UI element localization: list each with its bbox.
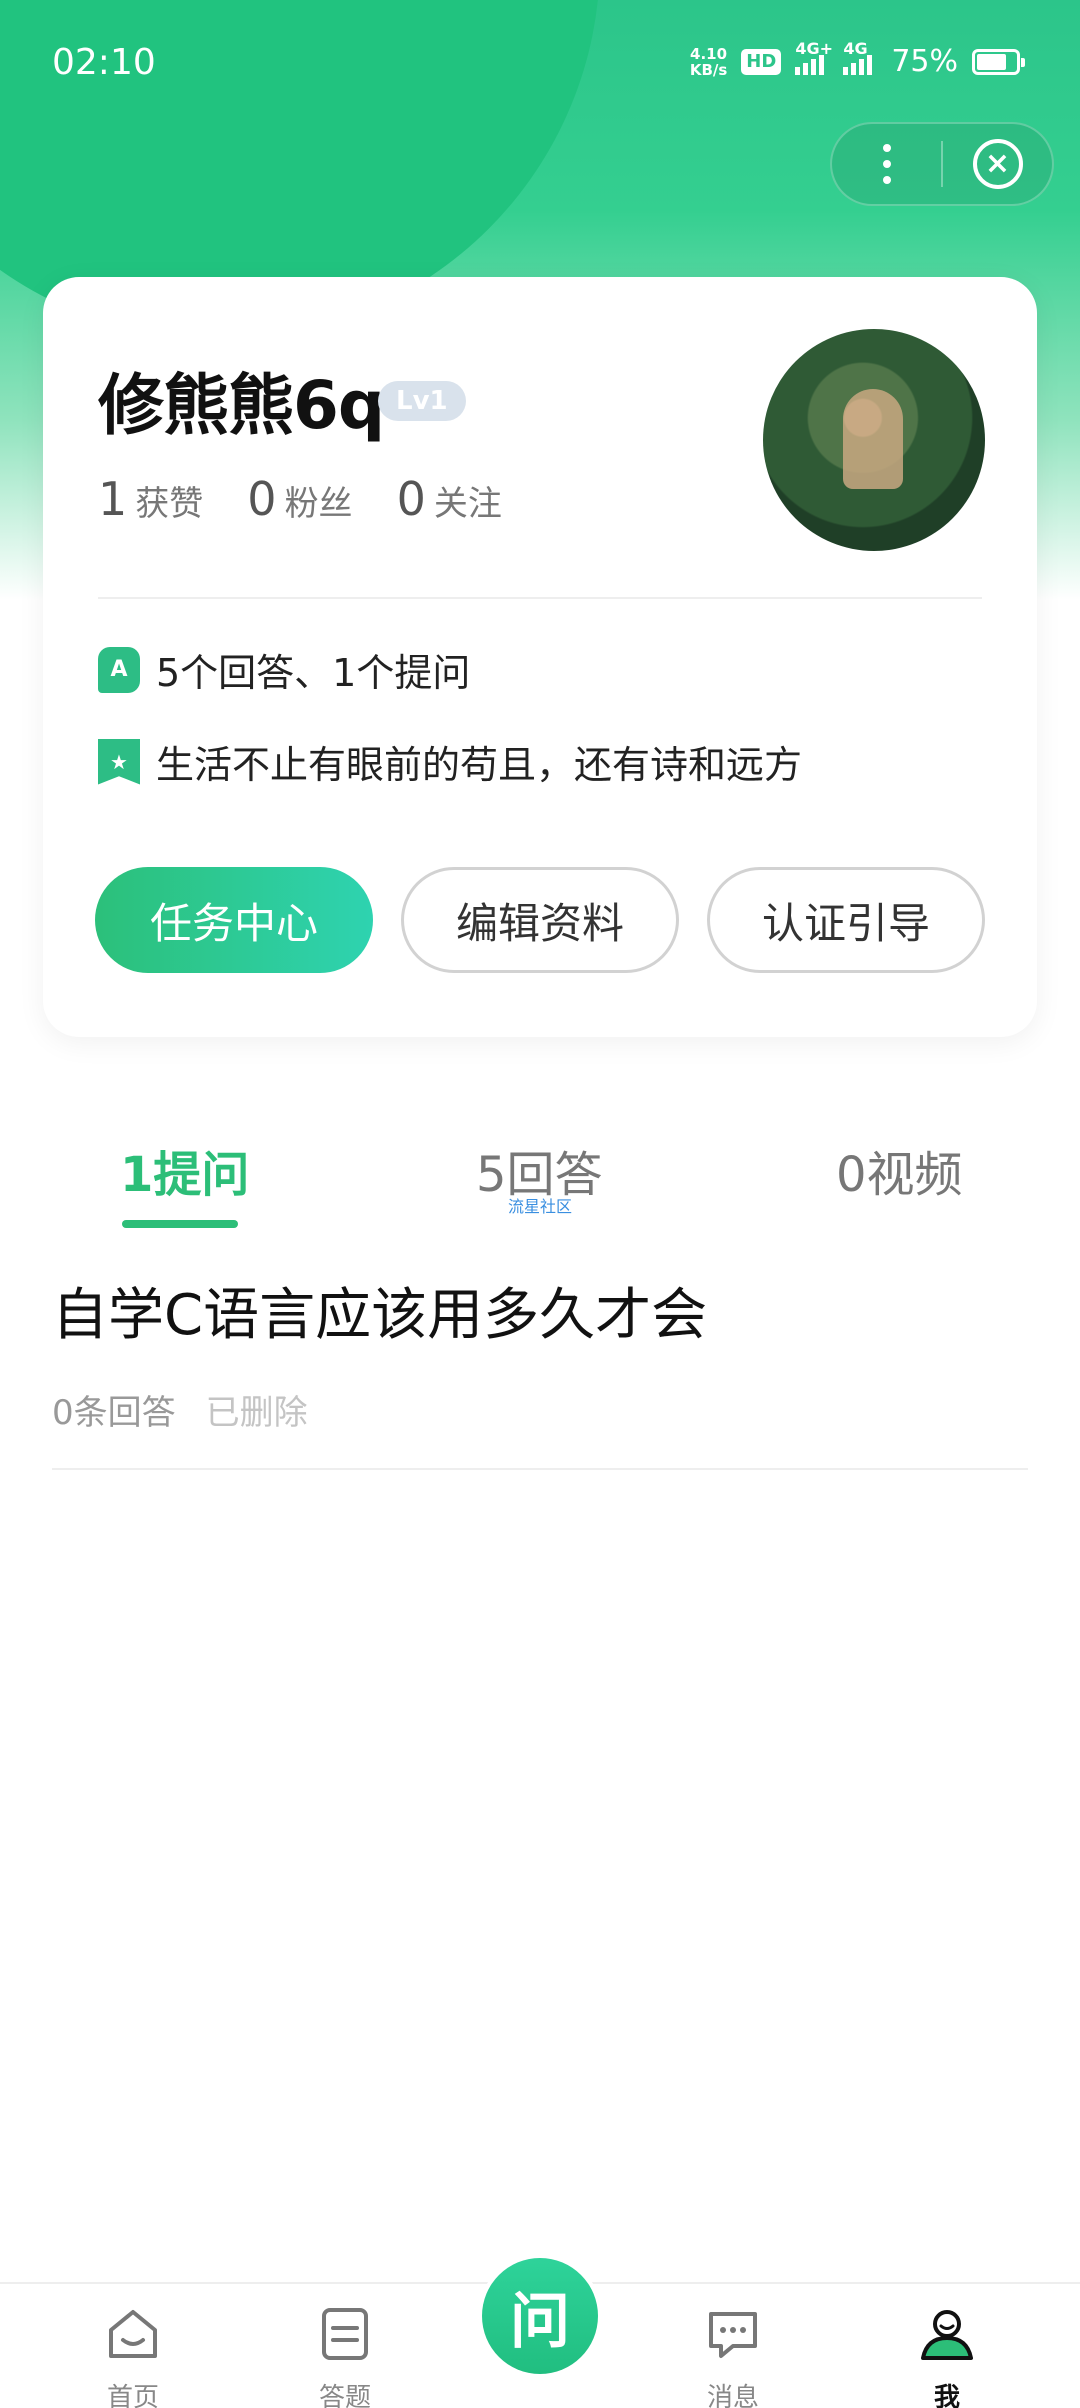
- nav-home-label: 首页: [106, 2383, 159, 2408]
- tab-questions[interactable]: 1提问: [120, 1135, 249, 1205]
- summary-text: 5个回答、1个提问: [156, 651, 471, 695]
- answer-sheet-icon: [322, 2308, 368, 2360]
- more-button[interactable]: [832, 124, 941, 204]
- ask-button[interactable]: 问: [478, 2254, 602, 2378]
- bottom-nav: 首页 答题 问 消息 我: [0, 2254, 1080, 2408]
- verify-guide-button[interactable]: 认证引导: [707, 867, 985, 973]
- hd-icon: HD: [741, 48, 782, 75]
- close-icon: ×: [972, 139, 1023, 189]
- status-time: 02:10: [52, 42, 156, 83]
- home-icon: [109, 2310, 157, 2358]
- list-item[interactable]: 自学C语言应该用多久才会 0条回答 已删除: [52, 1270, 1028, 1470]
- more-icon: [882, 144, 891, 184]
- motto-row: ★ 生活不止有眼前的苟且，还有诗和远方: [98, 734, 802, 789]
- content-tabs: 1提问 5回答 0视频 流星社区: [0, 1135, 1080, 1245]
- answer-badge-icon: A: [98, 646, 140, 693]
- battery-icon: [972, 48, 1025, 75]
- motto-text: 生活不止有眼前的苟且，还有诗和远方: [156, 743, 803, 787]
- stat-likes[interactable]: 1 获赞: [98, 472, 203, 526]
- avatar[interactable]: [763, 329, 985, 551]
- message-icon: [709, 2312, 757, 2358]
- battery-percent: 75%: [891, 44, 958, 79]
- stat-fans[interactable]: 0 粉丝: [247, 472, 352, 526]
- task-center-button[interactable]: 任务中心: [95, 867, 373, 973]
- stat-following[interactable]: 0 关注: [397, 472, 502, 526]
- user-icon: [921, 2310, 973, 2360]
- status-bar: 02:10 4.10 KB/s HD 4G+ 4G 75%: [0, 0, 1080, 130]
- edit-profile-button[interactable]: 编辑资料: [401, 867, 679, 973]
- nav-answer-label: 答题: [318, 2383, 371, 2408]
- nav-answer[interactable]: 答题: [285, 2304, 405, 2408]
- question-meta: 0条回答 已删除: [52, 1385, 1028, 1434]
- profile-card: 修熊熊6q Lv1 1 获赞 0 粉丝 0 关注 A 5个回答、1个提问 ★ 生…: [43, 277, 1037, 1037]
- active-tab-indicator: [122, 1220, 238, 1228]
- watermark: 流星社区: [508, 1197, 573, 1216]
- ask-icon: 问: [482, 2258, 598, 2374]
- question-title: 自学C语言应该用多久才会: [52, 1283, 708, 1348]
- close-button[interactable]: ×: [943, 124, 1052, 204]
- net-speed: 4.10 KB/s: [689, 44, 728, 79]
- nav-me-label: 我: [933, 2383, 960, 2408]
- signal-icon-1: 4G+: [795, 39, 833, 75]
- level-badge: Lv1: [378, 381, 466, 421]
- user-name: 修熊熊6q: [98, 367, 385, 444]
- signal-icon-2: 4G: [843, 39, 877, 75]
- tab-videos[interactable]: 0视频: [836, 1135, 963, 1205]
- question-status: 已删除: [205, 1393, 308, 1433]
- nav-home[interactable]: 首页: [73, 2304, 193, 2408]
- divider: [98, 597, 982, 599]
- nav-messages[interactable]: 消息: [673, 2304, 793, 2408]
- star-bookmark-icon: ★: [98, 738, 140, 785]
- profile-stats: 1 获赞 0 粉丝 0 关注: [98, 472, 502, 526]
- summary-row: A 5个回答、1个提问: [98, 642, 470, 697]
- status-indicators: 4.10 KB/s HD 4G+ 4G 75%: [689, 39, 1025, 79]
- answer-count: 0条回答: [52, 1393, 176, 1433]
- nav-me[interactable]: 我: [887, 2304, 1007, 2408]
- nav-messages-label: 消息: [706, 2383, 759, 2408]
- profile-actions: 任务中心 编辑资料 认证引导: [95, 867, 985, 973]
- miniprogram-capsule: ×: [830, 122, 1054, 206]
